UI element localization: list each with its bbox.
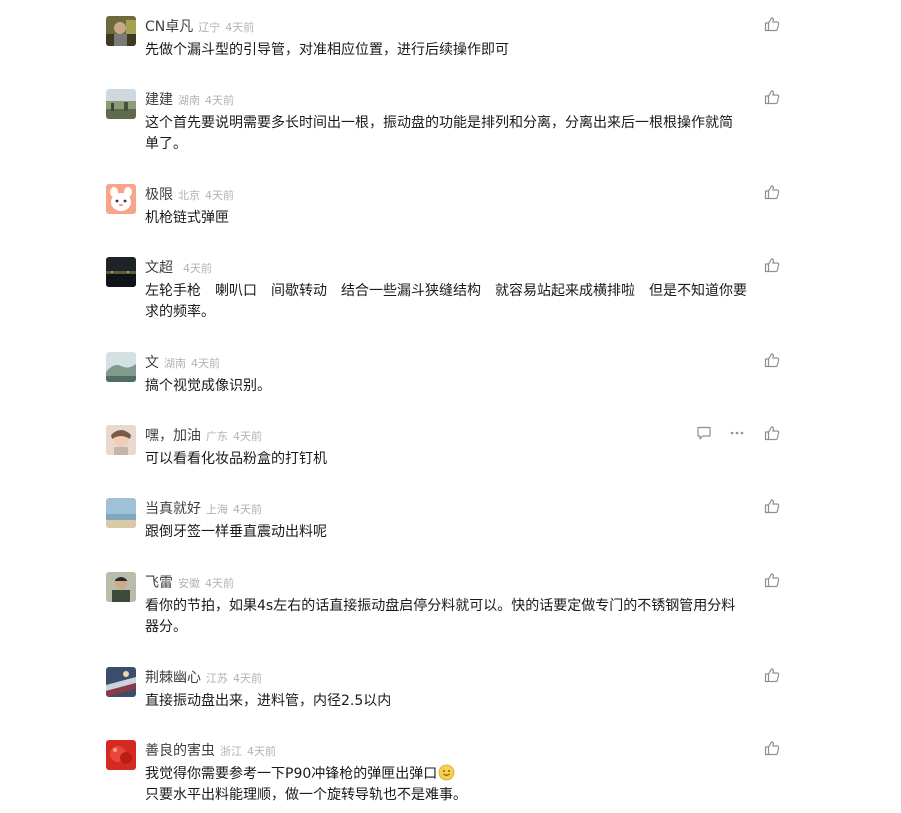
- thumbs-up-icon[interactable]: [764, 572, 780, 588]
- avatar[interactable]: [106, 498, 136, 528]
- reply-icon[interactable]: [696, 425, 712, 441]
- user-name[interactable]: 建建: [145, 92, 173, 108]
- comment-meta: 嘿，加油 广东 4天前: [145, 426, 262, 444]
- user-name[interactable]: CN卓凡: [145, 19, 193, 35]
- comment-time: 4天前: [191, 357, 220, 370]
- comment-text: 直接振动盘出来，进料管，内径2.5以内: [145, 691, 781, 712]
- user-name[interactable]: 文超: [145, 260, 173, 276]
- comment-line: 求的频率。: [145, 304, 215, 320]
- thumbs-up-icon[interactable]: [764, 425, 780, 441]
- comment-line-text: 我觉得你需要参考一下P90冲锋枪的弹匣出弹口: [145, 766, 438, 782]
- comment-line: 只要水平出料能理顺，做一个旋转导轨也不是难事。: [145, 787, 467, 803]
- comment-text: 这个首先要说明需要多长时间出一根，振动盘的功能是排列和分离，分离出来后一根根操作…: [145, 113, 781, 155]
- avatar[interactable]: [106, 667, 136, 697]
- avatar[interactable]: [106, 425, 136, 455]
- comment-line: 搞个视觉成像识别。: [145, 378, 271, 394]
- more-icon[interactable]: [729, 425, 745, 441]
- comment-meta: 建建 湖南 4天前: [145, 90, 234, 108]
- comment-line: 机枪链式弹匣: [145, 210, 229, 226]
- user-name[interactable]: 善良的害虫: [145, 743, 215, 759]
- smile-emoji: [438, 764, 455, 781]
- thumbs-up-icon[interactable]: [764, 16, 780, 32]
- thumbs-up-icon[interactable]: [764, 257, 780, 273]
- comment-time: 4天前: [225, 21, 255, 34]
- comment-line: 我觉得你需要参考一下P90冲锋枪的弹匣出弹口: [145, 764, 781, 785]
- avatar[interactable]: [106, 352, 136, 382]
- comment-meta: 善良的害虫 浙江 4天前: [145, 741, 276, 759]
- user-location: 安徽: [178, 577, 200, 590]
- user-location: 湖南: [164, 357, 186, 370]
- user-location: 广东: [206, 430, 228, 443]
- comment-meta: 飞雷 安徽 4天前: [145, 573, 234, 591]
- comment-line: 这个首先要说明需要多长时间出一根，振动盘的功能是排列和分离，分离出来后一根根操作…: [145, 115, 733, 131]
- user-location: 湖南: [178, 94, 200, 107]
- thumbs-up-icon[interactable]: [764, 740, 780, 756]
- user-name[interactable]: 极限: [145, 187, 173, 203]
- user-name[interactable]: 文: [145, 355, 159, 371]
- comment-text: 跟倒牙签一样垂直震动出料呢: [145, 522, 781, 543]
- comment-line: 左轮手枪 喇叭口 间歇转动 结合一些漏斗狭缝结构 就容易站起来成横排啦 但是不知…: [145, 283, 747, 299]
- user-location: 辽宁: [198, 21, 221, 34]
- user-location: 北京: [178, 189, 200, 202]
- comment-text: 左轮手枪 喇叭口 间歇转动 结合一些漏斗狭缝结构 就容易站起来成横排啦 但是不知…: [145, 281, 781, 323]
- user-name[interactable]: 嘿，加油: [145, 428, 201, 444]
- user-location: 浙江: [220, 745, 242, 758]
- comment-line: 直接振动盘出来，进料管，内径2.5以内: [145, 693, 392, 709]
- user-location: 上海: [206, 503, 228, 516]
- avatar[interactable]: [106, 89, 136, 119]
- comment-time: 4天前: [205, 577, 234, 590]
- user-name[interactable]: 当真就好: [145, 501, 201, 517]
- comment-line: 看你的节拍，如果4s左右的话直接振动盘启停分料就可以。快的话要定做专门的不锈钢管…: [145, 598, 736, 614]
- comment-meta: 当真就好 上海 4天前: [145, 499, 262, 517]
- comment-line: 先做个漏斗型的引导管，对准相应位置，进行后续操作即可: [145, 42, 509, 58]
- comment-meta: 极限 北京 4天前: [145, 185, 234, 203]
- comment-line: 单了。: [145, 136, 187, 152]
- thumbs-up-icon[interactable]: [764, 498, 780, 514]
- comment-meta: 荆棘幽心 江苏 4天前: [145, 668, 262, 686]
- user-location: 江苏: [206, 672, 228, 685]
- thumbs-up-icon[interactable]: [764, 184, 780, 200]
- comment-time: 4天前: [205, 94, 234, 107]
- comment-line: 跟倒牙签一样垂直震动出料呢: [145, 524, 327, 540]
- comment-time: 4天前: [183, 262, 212, 275]
- avatar[interactable]: [106, 740, 136, 770]
- comment-line: 可以看看化妆品粉盒的打钉机: [145, 451, 327, 467]
- thumbs-up-icon[interactable]: [764, 89, 780, 105]
- comment-time: 4天前: [233, 672, 262, 685]
- comment-text: 搞个视觉成像识别。: [145, 376, 781, 397]
- thumbs-up-icon[interactable]: [764, 667, 780, 683]
- thumbs-up-icon[interactable]: [764, 352, 780, 368]
- comment-text: 机枪链式弹匣: [145, 208, 781, 229]
- avatar[interactable]: [106, 16, 136, 46]
- comment-time: 4天前: [247, 745, 276, 758]
- comment-time: 4天前: [205, 189, 234, 202]
- comment-meta: 文超 4天前: [145, 258, 212, 276]
- comment-text: 我觉得你需要参考一下P90冲锋枪的弹匣出弹口 只要水平出料能理顺，做一个旋转导轨…: [145, 764, 781, 806]
- comment-meta: CN卓凡 辽宁 4天前: [145, 17, 254, 35]
- comment-meta: 文湖南 4天前: [145, 353, 220, 371]
- comment-text: 先做个漏斗型的引导管，对准相应位置，进行后续操作即可: [145, 40, 781, 61]
- user-name[interactable]: 荆棘幽心: [145, 670, 201, 686]
- comment-text: 看你的节拍，如果4s左右的话直接振动盘启停分料就可以。快的话要定做专门的不锈钢管…: [145, 596, 781, 638]
- comment-line: 器分。: [145, 619, 187, 635]
- comment-time: 4天前: [233, 430, 262, 443]
- user-name[interactable]: 飞雷: [145, 575, 173, 591]
- avatar[interactable]: [106, 572, 136, 602]
- comment-text: 可以看看化妆品粉盒的打钉机: [145, 449, 781, 470]
- avatar[interactable]: [106, 257, 136, 287]
- comment-time: 4天前: [233, 503, 262, 516]
- avatar[interactable]: [106, 184, 136, 214]
